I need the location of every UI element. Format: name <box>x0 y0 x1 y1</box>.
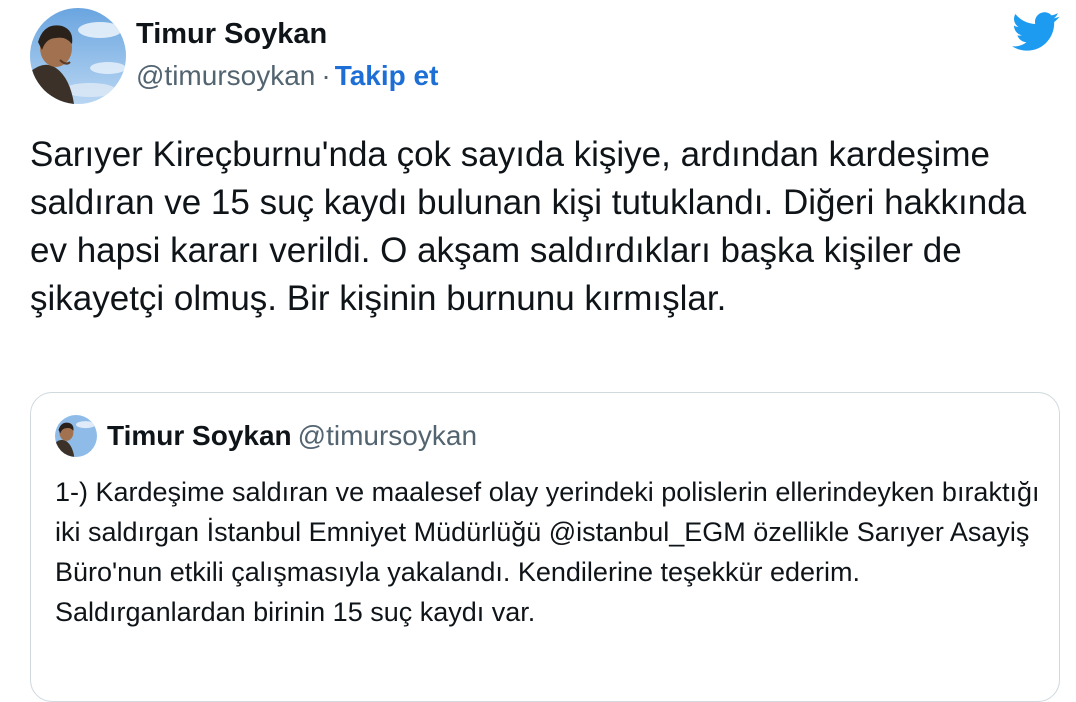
author-name[interactable]: Timur Soykan <box>136 18 327 51</box>
quoted-author-name: Timur Soykan <box>107 420 292 451</box>
avatar[interactable] <box>30 8 126 104</box>
quoted-tweet-card[interactable]: Timur Soykan @timursoykan 1-) Kardeşime s… <box>30 392 1060 702</box>
twitter-bird-svg <box>1012 12 1060 51</box>
tweet-text: Sarıyer Kireçburnu'nda çok sayıda kişiye… <box>30 135 1027 318</box>
author-meta: @timursoykan · Takip et <box>136 60 438 92</box>
quoted-author: Timur Soykan @timursoykan <box>107 420 477 452</box>
separator-dot: · <box>321 60 331 91</box>
quoted-avatar-photo <box>55 415 97 457</box>
quoted-author-handle: @timursoykan <box>297 420 478 451</box>
twitter-bird-icon[interactable] <box>1012 12 1060 52</box>
avatar-photo <box>30 8 126 104</box>
author-handle[interactable]: @timursoykan <box>136 60 315 91</box>
quoted-avatar <box>55 415 97 457</box>
quoted-tweet-text: 1-) Kardeşime saldıran ve maalesef olay … <box>55 477 1040 627</box>
follow-button[interactable]: Takip et <box>335 60 439 91</box>
